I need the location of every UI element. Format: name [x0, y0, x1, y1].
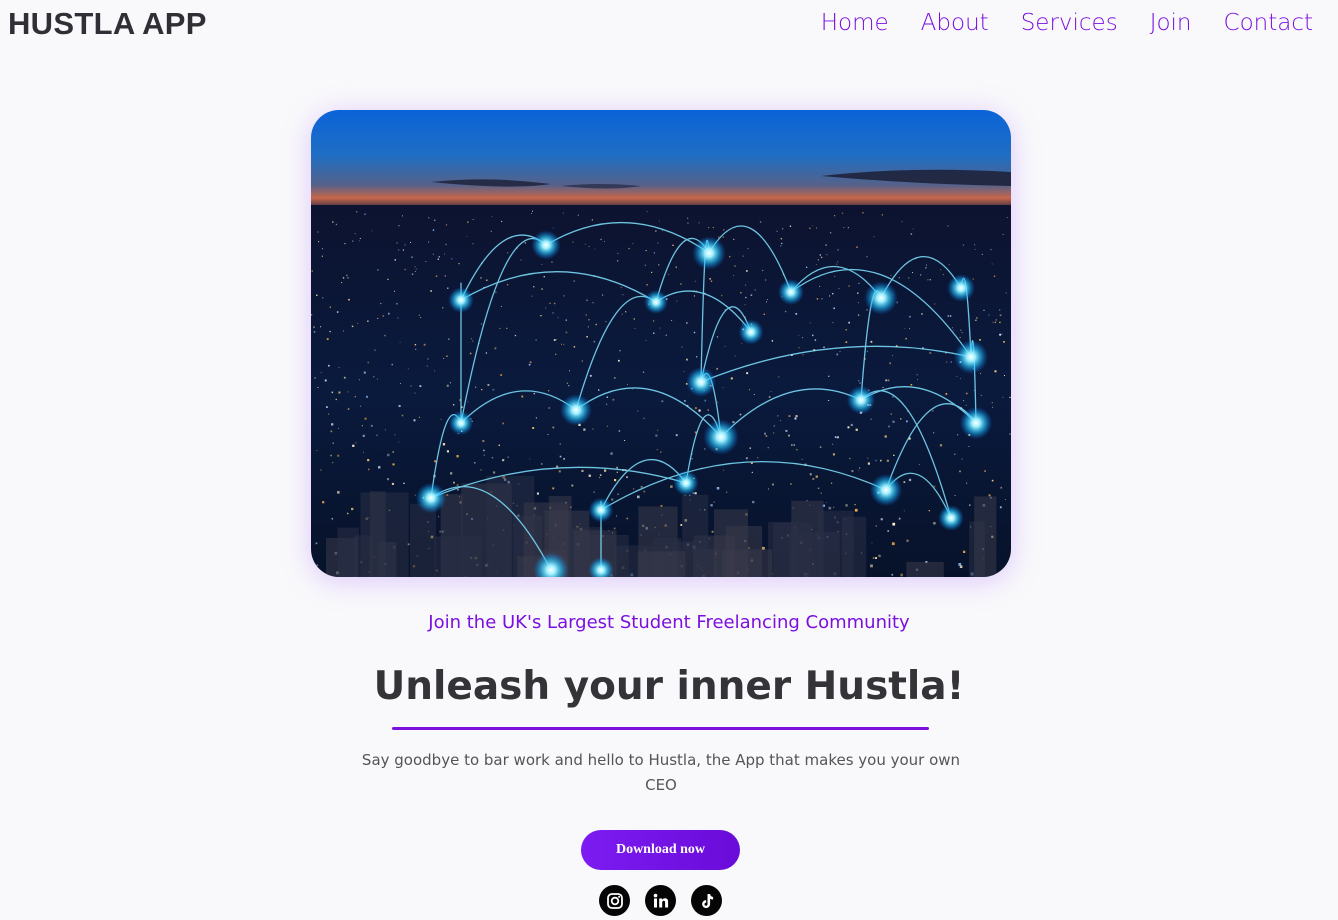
nav-services[interactable]: Services: [1021, 10, 1118, 36]
instagram-icon[interactable]: [599, 885, 630, 916]
hero-image: [311, 110, 1011, 577]
download-button[interactable]: Download now: [581, 830, 740, 870]
headline-underline: [392, 727, 929, 730]
hero-headline: Unleash your inner Hustla!: [373, 664, 965, 709]
nav-contact[interactable]: Contact: [1224, 10, 1313, 36]
nav-home[interactable]: Home: [821, 10, 889, 36]
tiktok-icon[interactable]: [691, 885, 722, 916]
nav-about[interactable]: About: [921, 10, 989, 36]
main-nav: Home About Services Join Contact: [821, 10, 1313, 36]
brand-logo[interactable]: HUSTLA APP: [8, 6, 207, 42]
social-links: [599, 885, 722, 916]
nav-join[interactable]: Join: [1150, 10, 1192, 36]
linkedin-icon[interactable]: [645, 885, 676, 916]
hero-description: Say goodbye to bar work and hello to Hus…: [361, 751, 961, 794]
hero-tagline: Join the UK's Largest Student Freelancin…: [428, 612, 910, 633]
